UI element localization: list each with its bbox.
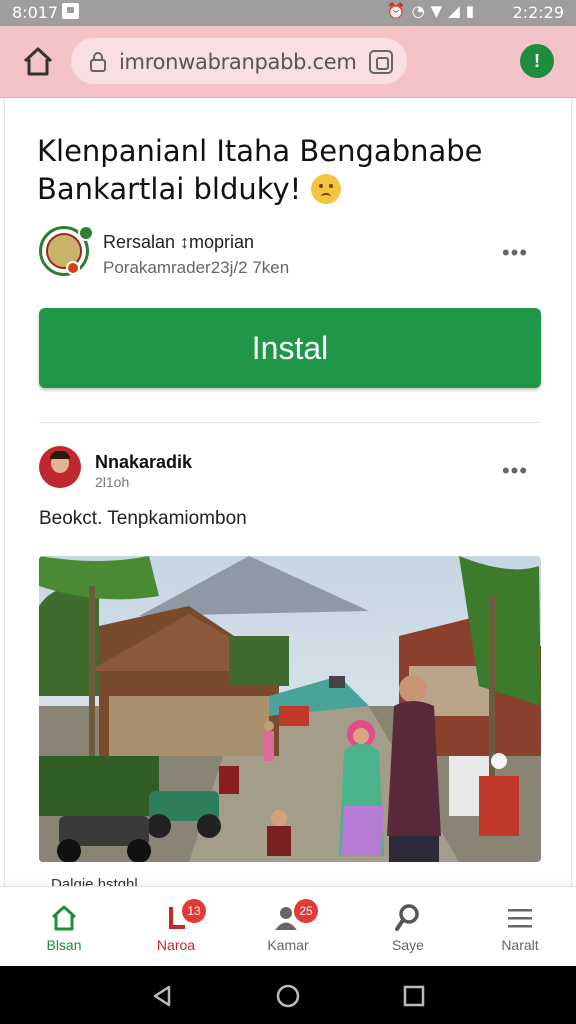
post-time: 2l1oh bbox=[95, 474, 130, 490]
menu-icon bbox=[508, 909, 532, 928]
avatar[interactable] bbox=[39, 446, 81, 488]
nav-label-menu: Naralt bbox=[501, 937, 539, 953]
nav-item-notifications[interactable]: 13 Naroa bbox=[128, 887, 224, 967]
post-photo[interactable] bbox=[39, 556, 541, 862]
system-navigation-bar bbox=[0, 966, 576, 1024]
page-content: Klenpanianl Itaha Bengabnabe Bankartlai … bbox=[4, 98, 572, 964]
post-author[interactable]: Nnakaradik bbox=[95, 452, 192, 473]
divider bbox=[39, 422, 541, 423]
lock-icon bbox=[90, 52, 106, 72]
nav-label-home: Blsan bbox=[46, 937, 82, 953]
home-icon[interactable] bbox=[20, 44, 56, 80]
profile-badge: 25 bbox=[294, 899, 318, 923]
install-button[interactable]: Instal bbox=[39, 308, 541, 388]
browser-toolbar: imronwabranpabb.cem ! bbox=[0, 26, 576, 98]
home-icon bbox=[51, 905, 77, 931]
more-options-icon[interactable]: ••• bbox=[498, 242, 532, 266]
page-title: Klenpanianl Itaha Bengabnabe Bankartlai … bbox=[37, 132, 537, 208]
nav-label-profile: Kamar bbox=[267, 937, 309, 953]
app-name: Rersalan ↕moprian bbox=[103, 232, 255, 252]
recents-icon[interactable] bbox=[402, 984, 426, 1008]
url-text: imronwabranpabb.cem bbox=[119, 50, 357, 74]
nav-item-profile[interactable]: 25 Kamar bbox=[240, 887, 336, 967]
back-icon[interactable] bbox=[150, 984, 174, 1008]
home-circle-icon[interactable] bbox=[276, 984, 300, 1008]
notification-badge: 13 bbox=[182, 899, 206, 923]
status-bar: 8:017 ⏰◔▼◢▮ 2:2:29 bbox=[0, 0, 576, 26]
tabs-icon[interactable] bbox=[369, 50, 393, 74]
post-text: Beokct. Tenpkamiombon bbox=[39, 508, 247, 529]
alert-icon[interactable]: ! bbox=[520, 44, 554, 78]
nav-label-notifications: Naroa bbox=[156, 937, 196, 953]
nav-item-search[interactable]: Saye bbox=[360, 887, 456, 967]
headline-line-2: Bankartlai blduky! bbox=[37, 172, 302, 206]
url-field[interactable]: imronwabranpabb.cem bbox=[70, 37, 408, 85]
status-icons: ⏰◔▼◢▮ bbox=[386, 2, 480, 20]
search-icon bbox=[395, 904, 419, 931]
nav-item-menu[interactable]: Naralt bbox=[472, 887, 568, 967]
post-more-options-icon[interactable]: ••• bbox=[498, 460, 532, 484]
worried-face-icon bbox=[311, 174, 342, 204]
headline-line-1: Klenpanianl Itaha Bengabnabe bbox=[37, 134, 483, 168]
status-clock: 2:2:29 bbox=[512, 3, 565, 22]
notification-icon bbox=[62, 3, 79, 19]
app-subtitle: Porakamrader23j/2 7ken bbox=[103, 258, 290, 277]
bottom-nav: Blsan 13 Naroa 25 Kamar Saye Naralt bbox=[0, 886, 576, 966]
nav-item-home[interactable]: Blsan bbox=[16, 887, 112, 967]
app-logo bbox=[39, 225, 94, 276]
nav-label-search: Saye bbox=[392, 937, 424, 953]
status-time: 8:017 bbox=[12, 3, 59, 22]
